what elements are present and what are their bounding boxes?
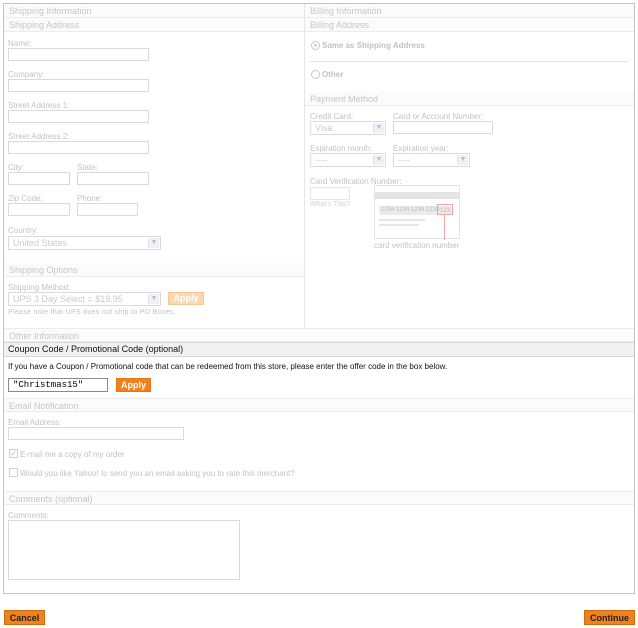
card-text-bar — [379, 224, 419, 226]
state-label: State: — [77, 163, 98, 172]
zip-field[interactable] — [8, 203, 70, 216]
account-number-field[interactable] — [393, 121, 493, 134]
billing-address-header: Billing Address — [305, 18, 634, 32]
shipping-method-select[interactable]: UPS 3 Day Select = $19.95 ▼ — [8, 292, 161, 306]
shipping-apply-button[interactable]: Apply — [168, 292, 204, 305]
street1-field[interactable] — [8, 110, 149, 123]
rate-merchant-checkbox[interactable] — [9, 468, 18, 477]
shipping-address-header: Shipping Address — [4, 18, 304, 32]
country-label: Country: — [8, 226, 39, 235]
ups-note: Please note that UPS does not ship to PO… — [8, 309, 176, 316]
exp-year-label: Expiration year: — [393, 144, 449, 153]
city-field[interactable] — [8, 172, 70, 185]
cancel-button[interactable]: Cancel — [4, 610, 45, 625]
comments-label: Comments: — [8, 511, 49, 520]
exp-month-label: Expiration month: — [310, 144, 373, 153]
copy-order-label: E-mail me a copy of my order — [20, 450, 125, 459]
billing-divider — [310, 61, 628, 62]
other-billing-label: Other — [322, 70, 344, 79]
phone-label: Phone: — [77, 194, 103, 203]
chevron-down-icon: ▼ — [148, 238, 159, 248]
company-label: Company: — [8, 70, 45, 79]
street2-label: Street Address 2: — [8, 132, 70, 141]
cvv-highlight-box: 123 — [437, 204, 453, 215]
coupon-code-field[interactable]: "Christmas15" — [8, 378, 108, 392]
name-label: Name: — [8, 39, 32, 48]
billing-info-header: Billing Information — [305, 4, 634, 18]
shipping-info-header: Shipping Information — [4, 4, 304, 18]
exp-year-select[interactable]: ---- ▼ — [393, 153, 470, 167]
cvv-pointer-line — [444, 215, 445, 240]
zip-label: Zip Code: — [8, 194, 43, 203]
chevron-down-icon: ▼ — [373, 123, 384, 133]
street1-label: Street Address 1: — [8, 101, 70, 110]
cvv-sample-code: 123 — [440, 208, 451, 214]
shipping-options-header: Shipping Options — [4, 263, 304, 277]
payment-method-header: Payment Method — [305, 92, 634, 106]
coupon-apply-button[interactable]: Apply — [116, 378, 151, 392]
coupon-instructions: If you have a Coupon / Promotional code … — [8, 362, 448, 371]
exp-month-value: ---- — [315, 155, 327, 165]
rate-merchant-label: Would you like Yahoo! to send you an ema… — [20, 469, 295, 478]
exp-month-select[interactable]: ---- ▼ — [310, 153, 386, 167]
cvv-caption: card verification number — [374, 241, 460, 250]
card-magnetic-strip — [375, 192, 459, 199]
shipping-method-value: UPS 3 Day Select = $19.95 — [13, 294, 123, 304]
copy-order-checkbox[interactable]: ✓ — [9, 449, 18, 458]
same-as-shipping-radio[interactable] — [311, 41, 320, 50]
continue-button[interactable]: Continue — [584, 610, 635, 625]
coupon-header: Coupon Code / Promotional Code (optional… — [4, 342, 634, 357]
comments-textarea[interactable] — [8, 520, 240, 580]
other-billing-radio[interactable] — [311, 70, 320, 79]
city-label: City: — [8, 163, 24, 172]
credit-card-label: Credit Card: — [310, 112, 354, 121]
chevron-down-icon: ▼ — [457, 155, 468, 165]
cvv-field[interactable] — [310, 187, 350, 200]
cvv-illustration: 1234 1234 1234 1234 123 — [374, 185, 460, 240]
name-field[interactable] — [8, 48, 149, 61]
comments-header: Comments (optional) — [4, 491, 634, 505]
whats-this-link[interactable]: What's This? — [310, 201, 350, 208]
credit-card-select[interactable]: Visa ▼ — [310, 121, 386, 135]
state-field[interactable] — [77, 172, 149, 185]
shipping-method-label: Shipping Method: — [8, 283, 71, 292]
country-select[interactable]: United States ▼ — [8, 236, 161, 250]
country-value: United States — [13, 238, 68, 248]
company-field[interactable] — [8, 79, 149, 92]
same-as-shipping-label: Same as Shipping Address — [322, 41, 425, 50]
email-label: Email Address: — [8, 418, 62, 427]
phone-field[interactable] — [77, 203, 138, 216]
column-divider — [304, 4, 305, 328]
email-notification-header: Email Notification — [4, 398, 634, 412]
street2-field[interactable] — [8, 141, 149, 154]
exp-year-value: ---- — [398, 155, 410, 165]
account-number-label: Card or Account Number: — [393, 112, 484, 121]
chevron-down-icon: ▼ — [148, 294, 159, 304]
credit-card-value: Visa — [315, 123, 333, 133]
card-text-bar — [379, 219, 425, 221]
other-info-header: Other Information — [4, 328, 634, 342]
email-field[interactable] — [8, 427, 184, 440]
chevron-down-icon: ▼ — [373, 155, 384, 165]
